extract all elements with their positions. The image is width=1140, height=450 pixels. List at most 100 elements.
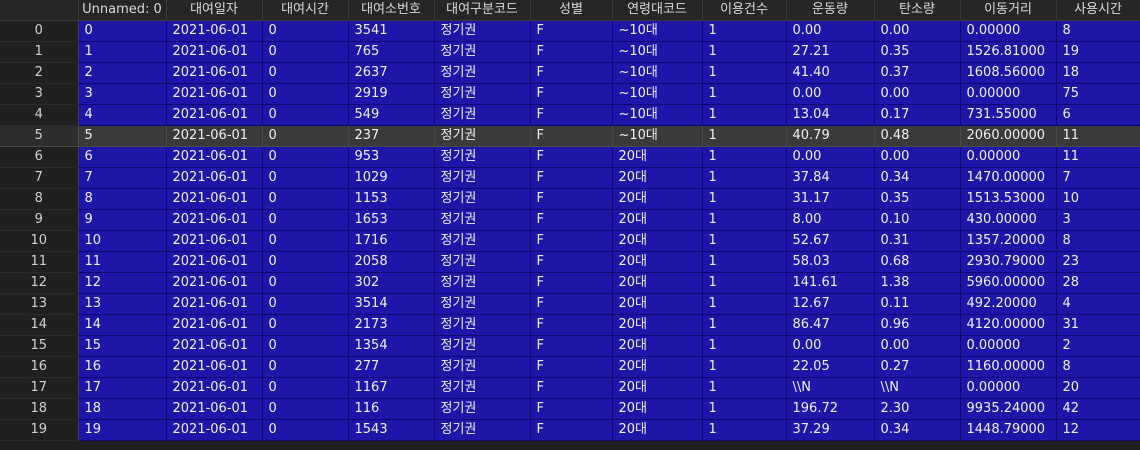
cell-rental-hour[interactable]: 0 (262, 419, 349, 441)
cell-station-number[interactable]: 1543 (348, 419, 435, 441)
column-header-carbon[interactable]: 탄소량 (874, 0, 961, 21)
table-row[interactable]: 9 9 2021-06-01 0 1653 정기권 F 20대 1 8.00 0.10 430.000… (0, 209, 1140, 231)
cell-age-group[interactable]: 20대 (612, 188, 703, 210)
table-row[interactable]: 0 0 2021-06-01 0 3541 정기권 F ~10대 1 0.00 0.00 0.0000… (0, 20, 1140, 42)
cell-exercise[interactable]: 0.00 (786, 335, 875, 357)
cell-rental-type[interactable]: 정기권 (434, 104, 531, 126)
row-header[interactable]: 9 (0, 209, 79, 231)
cell-station-number[interactable]: 3514 (348, 293, 435, 315)
cell-gender[interactable]: F (530, 272, 613, 294)
cell-station-number[interactable]: 1167 (348, 377, 435, 399)
row-header[interactable]: 0 (0, 20, 79, 42)
cell-usage-count[interactable]: 1 (702, 125, 787, 147)
cell-rental-date[interactable]: 2021-06-01 (166, 272, 263, 294)
cell-gender[interactable]: F (530, 230, 613, 252)
cell-gender[interactable]: F (530, 20, 613, 42)
cell-rental-hour[interactable]: 0 (262, 398, 349, 420)
cell-gender[interactable]: F (530, 314, 613, 336)
cell-usage-count[interactable]: 1 (702, 335, 787, 357)
cell-carbon[interactable]: 0.00 (874, 335, 961, 357)
cell-rental-date[interactable]: 2021-06-01 (166, 188, 263, 210)
cell-distance[interactable]: 1448.79000 (960, 419, 1057, 441)
cell-unnamed-0[interactable]: 17 (78, 377, 167, 399)
cell-rental-type[interactable]: 정기권 (434, 377, 531, 399)
table-row[interactable]: 4 4 2021-06-01 0 549 정기권 F ~10대 1 13.04 0.17 731.55… (0, 104, 1140, 126)
cell-station-number[interactable]: 549 (348, 104, 435, 126)
cell-exercise[interactable]: 0.00 (786, 83, 875, 105)
table-row[interactable]: 11 11 2021-06-01 0 2058 정기권 F 20대 1 58.03 0.68 2930… (0, 251, 1140, 273)
cell-usage-count[interactable]: 1 (702, 188, 787, 210)
cell-usage-count[interactable]: 1 (702, 230, 787, 252)
cell-age-group[interactable]: ~10대 (612, 104, 703, 126)
cell-rental-date[interactable]: 2021-06-01 (166, 398, 263, 420)
table-row[interactable]: 3 3 2021-06-01 0 2919 정기권 F ~10대 1 0.00 0.00 0.0000… (0, 83, 1140, 105)
cell-age-group[interactable]: 20대 (612, 146, 703, 168)
table-row[interactable]: 8 8 2021-06-01 0 1153 정기권 F 20대 1 31.17 0.35 1513.5… (0, 188, 1140, 210)
table-row[interactable]: 14 14 2021-06-01 0 2173 정기권 F 20대 1 86.47 0.96 4120… (0, 314, 1140, 336)
table-row[interactable]: 15 15 2021-06-01 0 1354 정기권 F 20대 1 0.00 0.00 0.000… (0, 335, 1140, 357)
cell-unnamed-0[interactable]: 6 (78, 146, 167, 168)
column-header-exercise[interactable]: 운동량 (786, 0, 875, 21)
cell-station-number[interactable]: 2919 (348, 83, 435, 105)
cell-usage-count[interactable]: 1 (702, 314, 787, 336)
cell-rental-hour[interactable]: 0 (262, 335, 349, 357)
cell-usage-time[interactable]: 31 (1056, 314, 1140, 336)
cell-station-number[interactable]: 1354 (348, 335, 435, 357)
cell-usage-time[interactable]: 4 (1056, 293, 1140, 315)
cell-age-group[interactable]: 20대 (612, 398, 703, 420)
cell-carbon[interactable]: 0.10 (874, 209, 961, 231)
cell-distance[interactable]: 492.20000 (960, 293, 1057, 315)
cell-carbon[interactable]: 0.00 (874, 146, 961, 168)
cell-exercise[interactable]: 40.79 (786, 125, 875, 147)
cell-age-group[interactable]: 20대 (612, 419, 703, 441)
cell-usage-count[interactable]: 1 (702, 104, 787, 126)
cell-usage-time[interactable]: 11 (1056, 146, 1140, 168)
cell-distance[interactable]: 0.00000 (960, 20, 1057, 42)
cell-usage-count[interactable]: 1 (702, 356, 787, 378)
cell-exercise[interactable]: 8.00 (786, 209, 875, 231)
cell-distance[interactable]: 0.00000 (960, 83, 1057, 105)
cell-station-number[interactable]: 1653 (348, 209, 435, 231)
row-header[interactable]: 18 (0, 398, 79, 420)
cell-unnamed-0[interactable]: 9 (78, 209, 167, 231)
cell-unnamed-0[interactable]: 7 (78, 167, 167, 189)
cell-rental-hour[interactable]: 0 (262, 209, 349, 231)
column-header-age-group[interactable]: 연령대코드 (612, 0, 703, 21)
cell-station-number[interactable]: 116 (348, 398, 435, 420)
cell-exercise[interactable]: 86.47 (786, 314, 875, 336)
cell-carbon[interactable]: 0.35 (874, 41, 961, 63)
cell-distance[interactable]: 1160.00000 (960, 356, 1057, 378)
table-row[interactable]: 16 16 2021-06-01 0 277 정기권 F 20대 1 22.05 0.27 1160.… (0, 356, 1140, 378)
cell-unnamed-0[interactable]: 12 (78, 272, 167, 294)
cell-carbon[interactable]: 0.17 (874, 104, 961, 126)
cell-exercise[interactable]: 58.03 (786, 251, 875, 273)
cell-station-number[interactable]: 765 (348, 41, 435, 63)
cell-usage-time[interactable]: 6 (1056, 104, 1140, 126)
row-header[interactable]: 12 (0, 272, 79, 294)
row-header[interactable]: 6 (0, 146, 79, 168)
cell-distance[interactable]: 1470.00000 (960, 167, 1057, 189)
cell-rental-type[interactable]: 정기권 (434, 335, 531, 357)
cell-rental-type[interactable]: 정기권 (434, 167, 531, 189)
cell-usage-count[interactable]: 1 (702, 209, 787, 231)
cell-gender[interactable]: F (530, 209, 613, 231)
row-header[interactable]: 5 (0, 125, 79, 147)
cell-usage-time[interactable]: 20 (1056, 377, 1140, 399)
cell-usage-count[interactable]: 1 (702, 62, 787, 84)
cell-gender[interactable]: F (530, 293, 613, 315)
cell-gender[interactable]: F (530, 62, 613, 84)
cell-distance[interactable]: 5960.00000 (960, 272, 1057, 294)
cell-age-group[interactable]: 20대 (612, 230, 703, 252)
cell-rental-date[interactable]: 2021-06-01 (166, 104, 263, 126)
cell-exercise[interactable]: 12.67 (786, 293, 875, 315)
cell-unnamed-0[interactable]: 15 (78, 335, 167, 357)
cell-rental-type[interactable]: 정기권 (434, 356, 531, 378)
cell-rental-type[interactable]: 정기권 (434, 419, 531, 441)
cell-unnamed-0[interactable]: 5 (78, 125, 167, 147)
cell-usage-time[interactable]: 10 (1056, 188, 1140, 210)
cell-exercise[interactable]: \\N (786, 377, 875, 399)
cell-gender[interactable]: F (530, 125, 613, 147)
cell-distance[interactable]: 0.00000 (960, 377, 1057, 399)
cell-rental-hour[interactable]: 0 (262, 230, 349, 252)
cell-usage-time[interactable]: 11 (1056, 125, 1140, 147)
